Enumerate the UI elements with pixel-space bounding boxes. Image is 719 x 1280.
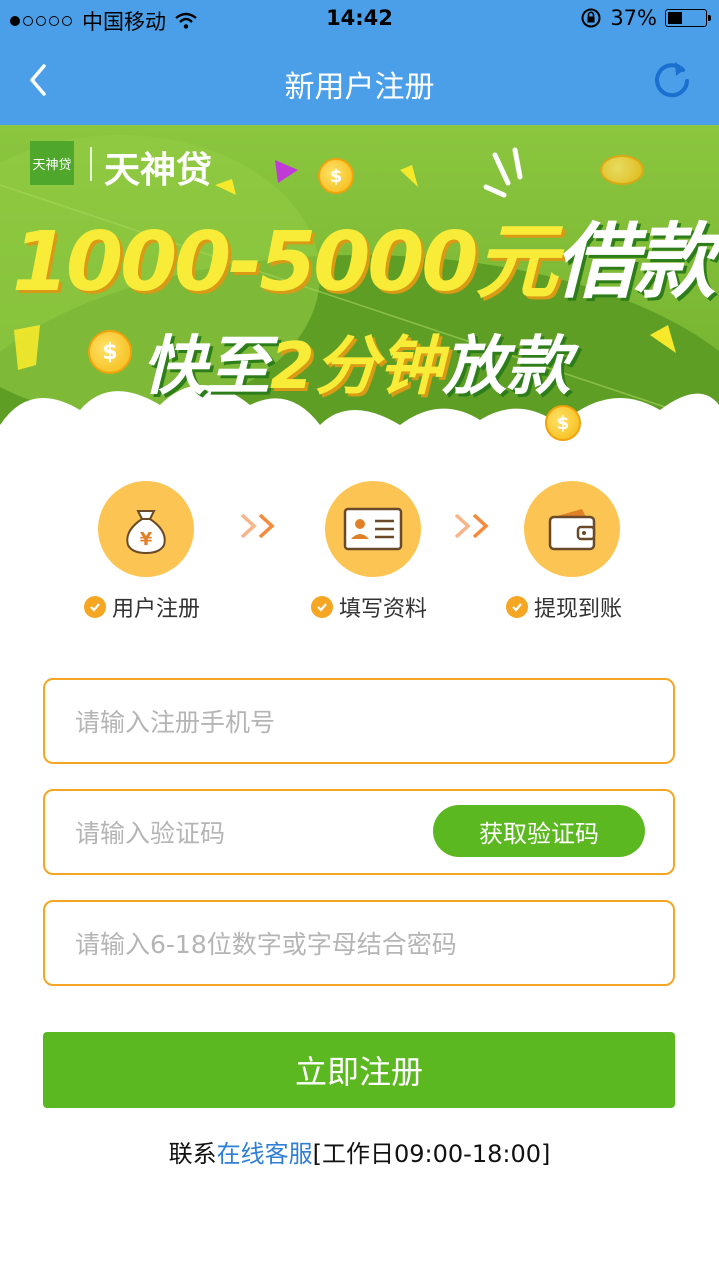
promo-banner[interactable]: 天神贷 天神贷 $ $ $ 1000-5000元借款 快至2分钟放款	[0, 125, 719, 455]
loan-text: 借款	[554, 215, 715, 310]
phone-field	[43, 678, 675, 764]
check-icon	[311, 596, 333, 618]
nav-bar: 新用户注册	[0, 40, 719, 125]
money-bag-icon: ¥	[126, 510, 166, 555]
step-label-text: 提现到账	[534, 597, 623, 622]
step-withdraw-circle	[524, 481, 620, 577]
step-register-circle: ¥	[98, 481, 194, 577]
get-code-button[interactable]: 获取验证码	[433, 805, 645, 857]
banner-headline: 1000-5000元借款	[12, 195, 715, 314]
step-label-profile: 填写资料	[311, 591, 427, 623]
refresh-icon	[655, 62, 689, 98]
double-chevron-icon	[454, 513, 489, 539]
banner-subheadline: 快至2分钟放款	[142, 315, 571, 407]
check-icon	[506, 596, 528, 618]
battery-icon	[665, 9, 711, 27]
wallet-icon	[548, 509, 596, 551]
speed-suffix-text: 放款	[442, 330, 571, 404]
logo-divider	[90, 147, 92, 181]
id-card-icon	[343, 507, 403, 551]
register-button[interactable]: 立即注册	[43, 1032, 675, 1108]
password-field	[43, 900, 675, 986]
step-label-text: 用户注册	[112, 597, 201, 622]
refresh-button[interactable]	[647, 56, 697, 106]
online-service-link[interactable]: 在线客服	[217, 1140, 313, 1168]
status-bar: 中国移动 14:42 37%	[0, 0, 719, 40]
brand-logo-icon: 天神贷	[30, 141, 74, 185]
brand-name: 天神贷	[104, 149, 213, 191]
orientation-lock-icon	[581, 8, 601, 28]
double-chevron-icon	[240, 513, 275, 539]
phone-input[interactable]	[73, 680, 637, 764]
speed-time-text: 2分钟	[270, 330, 443, 404]
battery-percent: 37%	[610, 6, 657, 30]
coin-icon: $	[318, 158, 354, 194]
page-title: 新用户注册	[284, 70, 435, 105]
loan-amount-text: 1000-5000元	[12, 215, 557, 310]
coin-icon: $	[88, 330, 132, 374]
verification-code-field: 获取验证码	[43, 789, 675, 875]
process-steps: ¥ 用户注册 填写资料 提现到账	[0, 455, 719, 635]
contact-info: 联系在线客服[工作日09:00-18:00]	[0, 1134, 719, 1169]
check-icon	[84, 596, 106, 618]
contact-prefix: 联系	[168, 1140, 217, 1168]
working-hours: [工作日09:00-18:00]	[312, 1140, 551, 1168]
step-label-text: 填写资料	[339, 597, 428, 622]
step-label-withdraw: 提现到账	[506, 591, 622, 623]
coin-icon	[600, 155, 644, 185]
step-label-register: 用户注册	[84, 591, 200, 623]
speed-prefix-text: 快至	[142, 330, 270, 404]
verification-code-input[interactable]	[73, 791, 417, 875]
step-profile-circle	[325, 481, 421, 577]
coin-icon: $	[545, 405, 581, 441]
password-input[interactable]	[73, 902, 637, 986]
svg-text:¥: ¥	[140, 529, 153, 550]
